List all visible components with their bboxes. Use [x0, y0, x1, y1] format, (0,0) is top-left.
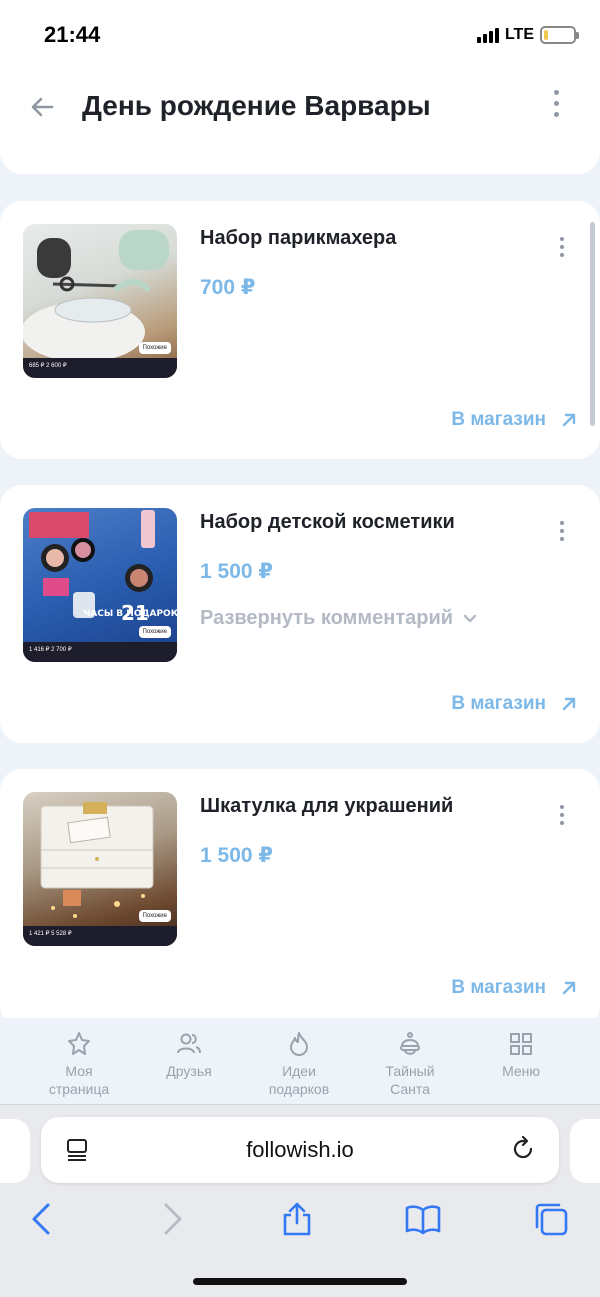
go-to-store-link[interactable]: В магазин	[451, 409, 576, 431]
item-price: 700 ₽	[200, 276, 256, 299]
santa-icon	[400, 1032, 420, 1055]
expand-comment-button[interactable]: Развернуть комментарий	[200, 607, 477, 630]
browser-back-icon[interactable]	[24, 1201, 60, 1237]
go-to-store-link[interactable]: В магазин	[451, 977, 576, 999]
cosmetics-kit-illustration: ЧАСЫ В ПОДАРОК 21	[29, 510, 177, 625]
arrow-left-icon	[31, 97, 54, 117]
item-title[interactable]: Набор парикмахера	[200, 227, 396, 250]
go-to-store-link[interactable]: В магазин	[451, 693, 576, 715]
arrow-up-right-icon	[562, 697, 576, 711]
hairdresser-kit-illustration	[23, 230, 169, 362]
nav-my-page[interactable]: Моя страница	[24, 1018, 134, 1104]
product-image[interactable]: Похожие 685 ₽ 2 600 ₽	[23, 224, 177, 378]
browser-toolbar: followish.io	[0, 1104, 600, 1297]
status-time: 21:44	[44, 22, 101, 47]
nav-label: Тайный Санта	[385, 1063, 435, 1097]
battery-icon	[540, 26, 579, 44]
more-vertical-icon	[552, 237, 572, 257]
address-bar[interactable]: followish.io	[41, 1117, 559, 1183]
url-text: followish.io	[246, 1137, 354, 1162]
thumb-overlay-number: 21	[121, 601, 149, 625]
signal-icon	[476, 27, 499, 43]
network-type: LTE	[504, 26, 534, 43]
bookmarks-icon[interactable]	[405, 1201, 441, 1237]
store-link-label: В магазин	[451, 693, 546, 714]
item-more-button[interactable]	[552, 521, 572, 547]
thumb-price-strip: 685 ₽ 2 600 ₽	[23, 358, 177, 378]
wish-card[interactable]: ЧАСЫ В ПОДАРОК 21 Похожие 1 416 ₽ 2 700 …	[0, 485, 600, 743]
home-indicator	[193, 1278, 407, 1285]
nav-label: Меню	[502, 1063, 540, 1079]
star-icon	[68, 1032, 90, 1055]
nav-label: Идеи подарков	[268, 1063, 330, 1097]
tabs-icon[interactable]	[533, 1201, 569, 1237]
wish-card[interactable]: Похожие 685 ₽ 2 600 ₽ Набор парикмахера …	[0, 201, 600, 459]
more-vertical-icon	[552, 805, 572, 825]
previous-tab-preview[interactable]	[0, 1119, 30, 1183]
more-vertical-icon	[552, 521, 572, 541]
arrow-up-right-icon	[562, 981, 576, 995]
item-title[interactable]: Набор детской косметики	[200, 511, 455, 534]
nav-menu[interactable]: Меню	[466, 1018, 576, 1104]
arrow-up-right-icon	[562, 413, 576, 427]
nav-gift-ideas[interactable]: Идеи подарков	[244, 1018, 354, 1104]
thumb-price: 1 416 ₽ 2 700 ₽	[29, 647, 72, 653]
item-more-button[interactable]	[552, 805, 572, 831]
similar-badge: Похожие	[138, 342, 171, 354]
nav-secret-santa[interactable]: Тайный Санта	[355, 1018, 465, 1104]
reload-icon[interactable]	[509, 1135, 537, 1163]
bottom-navigation: Моя страница Друзья Идеи подарков Тайный…	[0, 1018, 600, 1104]
product-image[interactable]: ЧАСЫ В ПОДАРОК 21 Похожие 1 416 ₽ 2 700 …	[23, 508, 177, 662]
back-button[interactable]	[28, 92, 58, 122]
status-indicators: LTE	[476, 26, 579, 44]
browser-forward-icon[interactable]	[154, 1201, 190, 1237]
similar-badge: Похожие	[138, 626, 171, 638]
grid-icon	[510, 1033, 532, 1055]
store-link-label: В магазин	[451, 977, 546, 998]
chevron-down-icon	[463, 614, 477, 622]
item-price: 1 500 ₽	[200, 560, 273, 583]
thumb-price-strip: 1 421 ₽ 5 528 ₽	[23, 926, 177, 946]
thumb-price-strip: 1 416 ₽ 2 700 ₽	[23, 642, 177, 662]
next-tab-preview[interactable]	[570, 1119, 600, 1183]
nav-label: Друзья	[166, 1063, 212, 1079]
page-header: День рождение Варвары	[0, 70, 600, 146]
product-image[interactable]: Похожие 1 421 ₽ 5 528 ₽	[23, 792, 177, 946]
status-bar: 21:44 LTE	[0, 0, 600, 70]
item-more-button[interactable]	[552, 237, 572, 263]
expand-comment-label: Развернуть комментарий	[200, 607, 454, 629]
similar-badge: Похожие	[138, 910, 171, 922]
scrollbar[interactable]	[590, 222, 595, 426]
nav-label: Моя страница	[48, 1063, 110, 1097]
jewelry-box-illustration	[40, 802, 154, 918]
friends-icon	[177, 1033, 201, 1054]
store-link-label: В магазин	[451, 409, 546, 430]
thumb-price: 685 ₽ 2 600 ₽	[29, 363, 67, 369]
flame-icon	[290, 1032, 308, 1056]
item-title[interactable]: Шкатулка для украшений	[200, 795, 453, 818]
thumb-price: 1 421 ₽ 5 528 ₽	[29, 931, 72, 937]
wish-card[interactable]: Похожие 1 421 ₽ 5 528 ₽ Шкатулка для укр…	[0, 769, 600, 1027]
nav-friends[interactable]: Друзья	[134, 1018, 244, 1104]
item-price: 1 500 ₽	[200, 844, 273, 867]
page-title: День рождение Варвары	[82, 90, 431, 121]
share-icon[interactable]	[279, 1201, 315, 1237]
more-vertical-icon	[546, 90, 566, 117]
header-bottom-edge	[0, 146, 600, 174]
more-options-button[interactable]	[546, 90, 566, 126]
